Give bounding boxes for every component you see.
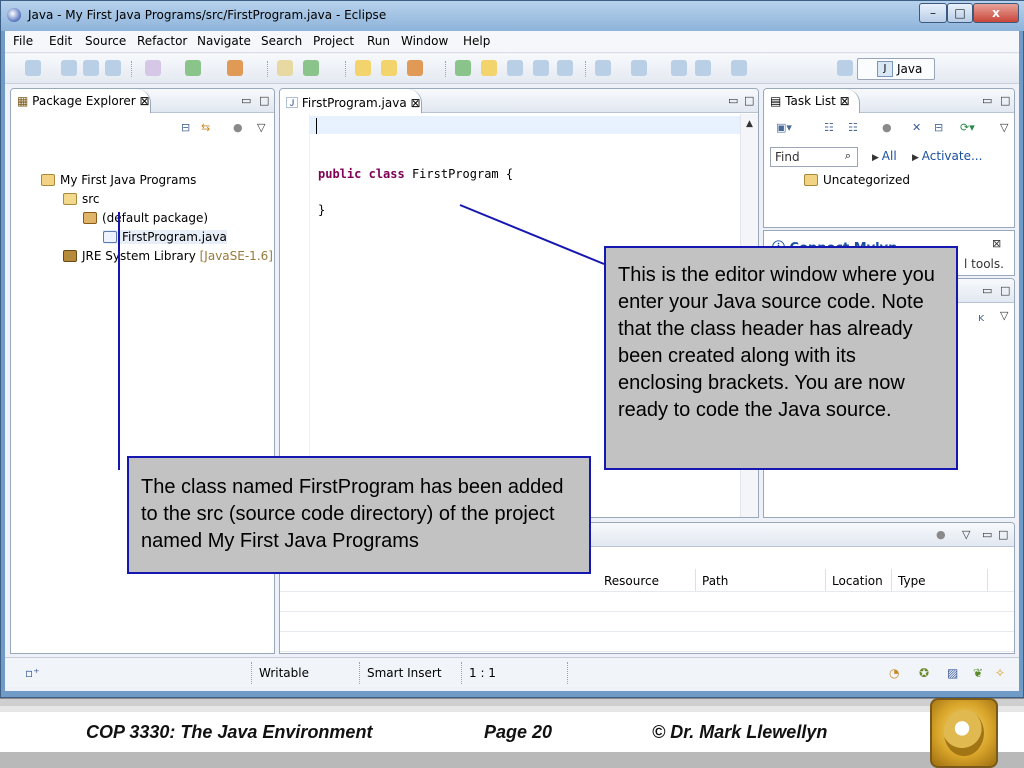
editor-callout: This is the editor window where you ente… xyxy=(604,246,958,470)
footer-page: Page 20 xyxy=(484,722,553,742)
footer-rule xyxy=(0,698,1024,706)
footer-course: COP 3330: The Java Environment xyxy=(86,722,373,742)
ucf-logo-emblem xyxy=(944,710,984,756)
footer-author: © Dr. Mark Llewellyn xyxy=(652,722,828,742)
editor-callout-line xyxy=(459,204,605,265)
footer-rule xyxy=(0,706,1024,712)
class-callout: The class named FirstProgram has been ad… xyxy=(127,456,591,574)
footer-rule xyxy=(0,752,1024,768)
slide: Java - My First Java Programs/src/FirstP… xyxy=(0,0,1024,768)
